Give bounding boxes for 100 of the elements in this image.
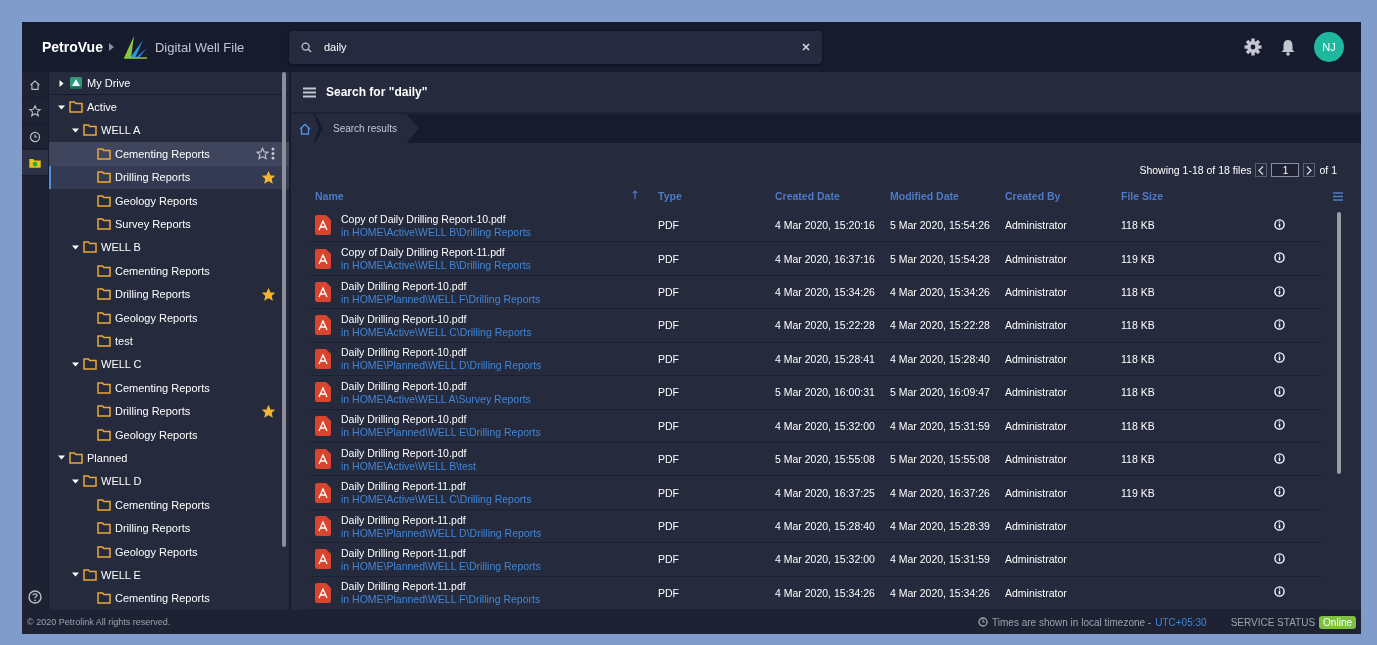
caret-icon[interactable] — [71, 243, 79, 251]
file-name[interactable]: Daily Drilling Report-11.pdf — [341, 546, 541, 559]
file-name[interactable]: Daily Drilling Report-10.pdf — [341, 446, 476, 459]
previous-page-button[interactable] — [1255, 163, 1268, 177]
modified-date: 5 Mar 2020, 15:54:26 — [889, 219, 991, 232]
tree-item[interactable]: Drilling Reports — [49, 399, 289, 423]
tree-item[interactable]: Planned — [49, 446, 289, 470]
tree-item[interactable]: WELL B — [49, 235, 289, 260]
tree-item[interactable]: Geology Reports — [49, 422, 289, 447]
caret-icon[interactable] — [71, 477, 79, 485]
info-icon[interactable] — [1274, 318, 1285, 330]
tree-item[interactable]: Drilling Reports — [49, 165, 289, 189]
home-breadcrumb[interactable] — [291, 114, 319, 143]
file-location-link[interactable]: in HOME\Active\WELL A\Survey Reports — [341, 392, 531, 405]
info-icon[interactable] — [1274, 352, 1285, 364]
tree-item[interactable]: WELL E — [49, 563, 289, 587]
file-name[interactable]: Daily Drilling Report-11.pdf — [341, 513, 542, 526]
tree-item[interactable]: Active — [49, 95, 289, 119]
file-name[interactable]: Daily Drilling Report-10.pdf — [341, 413, 541, 426]
page-field[interactable]: 1 — [1271, 163, 1300, 177]
file-location-link[interactable]: in HOME\Planned\WELL F\Drilling Reports — [341, 593, 541, 606]
tree-item[interactable]: Drilling Reports — [49, 282, 289, 306]
info-icon[interactable] — [1274, 452, 1285, 464]
file-name[interactable]: Daily Drilling Report-11.pdf — [341, 580, 541, 593]
tree-item[interactable]: Drilling Reports — [49, 516, 289, 540]
settings-icon[interactable] — [1244, 38, 1262, 56]
caret-icon[interactable] — [71, 360, 79, 368]
file-name[interactable]: Daily Drilling Report-10.pdf — [341, 279, 541, 292]
file-name[interactable]: Daily Drilling Report-11.pdf — [341, 480, 532, 493]
file-location-link[interactable]: in HOME\Planned\WELL D\Drilling Reports — [341, 359, 542, 372]
file-name[interactable]: Daily Drilling Report-10.pdf — [341, 379, 531, 392]
pdf-file-icon — [315, 315, 331, 336]
created-date: 5 Mar 2020, 15:55:08 — [774, 453, 876, 466]
rail-tab[interactable] — [22, 150, 48, 176]
file-type: PDF — [657, 219, 680, 232]
timezone-link[interactable]: UTC+05:30 — [1155, 616, 1207, 628]
sort-arrow-icon[interactable] — [632, 190, 638, 199]
tree-item[interactable]: Geology Reports — [49, 305, 289, 330]
info-icon[interactable] — [1274, 486, 1285, 498]
info-icon[interactable] — [1274, 419, 1285, 431]
tree-item[interactable]: Cementing Reports — [49, 586, 289, 610]
tree-item[interactable]: Cementing Reports — [49, 376, 289, 400]
tree-item[interactable]: WELL C — [49, 352, 289, 377]
file-location-link[interactable]: in HOME\Planned\WELL E\Drilling Reports — [341, 559, 541, 572]
column-menu-icon[interactable] — [1333, 191, 1343, 201]
file-location-link[interactable]: in HOME\Active\WELL B\test — [341, 459, 476, 472]
tree-item[interactable]: Cementing Reports — [49, 142, 289, 166]
tree-item[interactable]: test — [49, 329, 289, 353]
info-icon[interactable] — [1274, 586, 1285, 598]
tree-item[interactable]: Survey Reports — [49, 212, 289, 236]
caret-icon[interactable] — [57, 103, 65, 111]
file-name[interactable]: Copy of Daily Drilling Report-11.pdf — [341, 246, 531, 259]
info-icon[interactable] — [1274, 385, 1285, 397]
close-icon[interactable] — [802, 43, 810, 51]
info-icon[interactable] — [1274, 218, 1285, 230]
help-icon[interactable] — [28, 590, 42, 604]
caret-icon[interactable] — [57, 454, 65, 462]
star-icon[interactable] — [262, 404, 275, 418]
caret-icon[interactable] — [71, 571, 79, 579]
star-icon[interactable] — [262, 287, 275, 301]
info-icon[interactable] — [1274, 285, 1285, 297]
tree-item[interactable]: Geology Reports — [49, 539, 289, 564]
breadcrumb-item[interactable]: Search results — [315, 114, 419, 143]
menu-icon[interactable] — [303, 86, 316, 98]
tree-item[interactable]: Cementing Reports — [49, 259, 289, 283]
file-name[interactable]: Daily Drilling Report-10.pdf — [341, 346, 542, 359]
file-location-link[interactable]: in HOME\Active\WELL B\Drilling Reports — [341, 225, 531, 238]
tree-item[interactable]: Cementing Reports — [49, 493, 289, 517]
star-icon[interactable] — [262, 170, 275, 184]
file-location-link[interactable]: in HOME\Active\WELL C\Drilling Reports — [341, 325, 532, 338]
next-page-button[interactable] — [1303, 163, 1316, 177]
file-size: 118 KB — [1120, 453, 1156, 466]
star-icon[interactable] — [256, 147, 269, 161]
service-status-label: SERVICE STATUS — [1230, 616, 1316, 628]
file-location-link[interactable]: in HOME\Active\WELL C\Drilling Reports — [341, 493, 532, 506]
folder-icon — [83, 475, 97, 488]
file-location-link[interactable]: in HOME\Planned\WELL F\Drilling Reports — [341, 292, 541, 305]
search-field[interactable]: daily — [324, 41, 790, 53]
info-icon[interactable] — [1274, 552, 1285, 564]
file-name[interactable]: Copy of Daily Drilling Report-10.pdf — [341, 212, 531, 225]
bell-icon[interactable] — [1280, 38, 1296, 56]
file-size: 118 KB — [1120, 219, 1156, 232]
info-icon[interactable] — [1274, 519, 1285, 531]
more-icon[interactable] — [271, 147, 275, 161]
file-location-link[interactable]: in HOME\Active\WELL B\Drilling Reports — [341, 259, 531, 272]
search-box[interactable]: daily — [289, 30, 822, 64]
file-name[interactable]: Daily Drilling Report-10.pdf — [341, 312, 532, 325]
file-location-link[interactable]: in HOME\Planned\WELL E\Drilling Reports — [341, 426, 541, 439]
caret-icon — [108, 43, 115, 51]
caret-icon[interactable] — [57, 79, 65, 87]
home-icon — [299, 122, 311, 135]
tree-item[interactable]: WELL D — [49, 469, 289, 494]
file-location-link[interactable]: in HOME\Planned\WELL D\Drilling Reports — [341, 526, 542, 539]
folder-icon — [97, 171, 111, 184]
caret-icon[interactable] — [71, 126, 79, 134]
tree-item[interactable]: Geology Reports — [49, 188, 289, 213]
info-icon[interactable] — [1274, 252, 1285, 264]
pdf-file-icon — [315, 582, 331, 603]
tree-item[interactable]: WELL A — [49, 118, 289, 143]
created-date: 5 Mar 2020, 16:00:31 — [774, 386, 876, 399]
